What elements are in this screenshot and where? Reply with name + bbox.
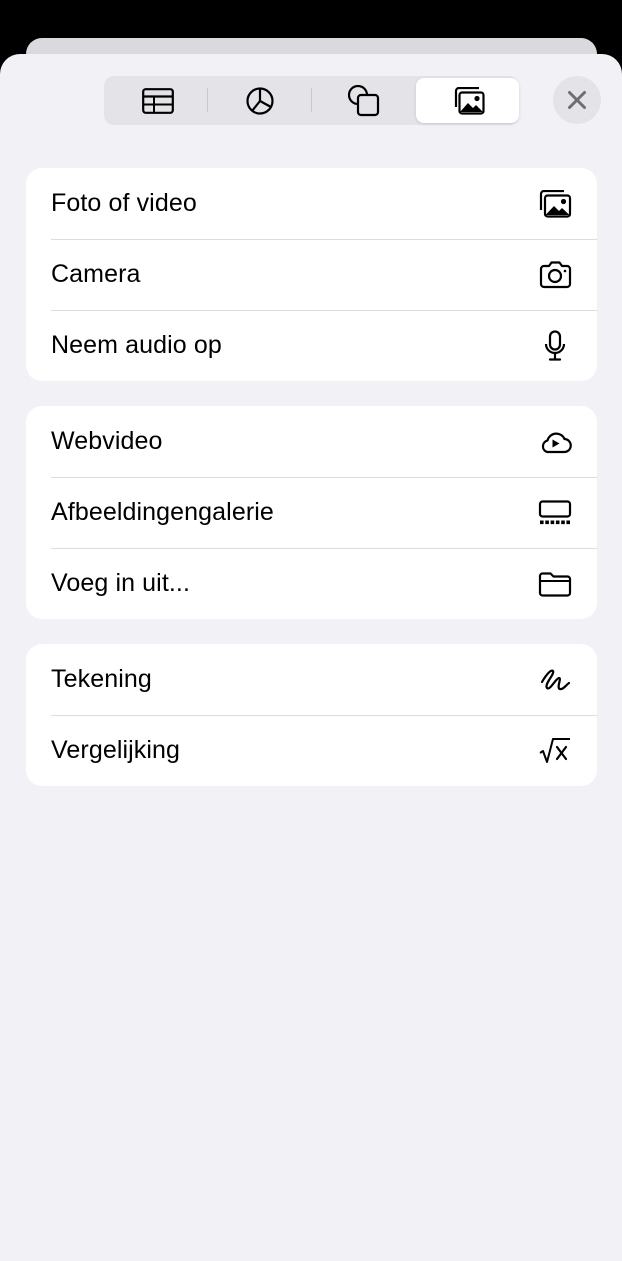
square-root-icon — [537, 733, 573, 769]
camera-item[interactable]: Camera — [26, 239, 597, 310]
menu-item-label: Neem audio op — [51, 331, 222, 359]
equation-item[interactable]: Vergelijking — [26, 715, 597, 786]
table-icon — [141, 87, 174, 114]
gallery-icon — [537, 495, 573, 531]
insert-category-tabs — [104, 76, 519, 125]
photo-stack-icon — [537, 186, 573, 222]
folder-icon — [537, 566, 573, 602]
insert-from-item[interactable]: Voeg in uit... — [26, 548, 597, 619]
menu-item-label: Tekening — [51, 665, 152, 693]
menu-item-label: Foto of video — [51, 189, 197, 217]
pie-chart-icon — [245, 86, 274, 115]
camera-icon — [537, 257, 573, 293]
menu-item-label: Afbeeldingengalerie — [51, 498, 274, 526]
menu-item-label: Vergelijking — [51, 736, 181, 764]
insert-sheet: Foto of video Camera Neem audio op Webvi… — [0, 54, 622, 1261]
close-button[interactable] — [553, 76, 601, 124]
menu-item-label: Camera — [51, 260, 141, 288]
menu-item-label: Voeg in uit... — [51, 569, 190, 597]
close-icon — [568, 91, 586, 109]
photo-stack-icon — [454, 86, 485, 115]
media-options-group: Foto of video Camera Neem audio op — [26, 168, 597, 381]
tab-media[interactable] — [416, 78, 519, 123]
drawing-group: Tekening Vergelijking — [26, 644, 597, 786]
drawing-item[interactable]: Tekening — [26, 644, 597, 715]
web-video-item[interactable]: Webvideo — [26, 406, 597, 477]
cloud-play-icon — [537, 424, 573, 460]
photo-or-video-item[interactable]: Foto of video — [26, 168, 597, 239]
menu-item-label: Webvideo — [51, 427, 163, 455]
tab-shapes[interactable] — [312, 78, 415, 123]
tab-chart[interactable] — [208, 78, 311, 123]
scribble-icon — [537, 662, 573, 698]
tab-table[interactable] — [106, 78, 209, 123]
microphone-icon — [537, 328, 573, 364]
record-audio-item[interactable]: Neem audio op — [26, 310, 597, 381]
shapes-icon — [347, 84, 379, 116]
image-gallery-item[interactable]: Afbeeldingengalerie — [26, 477, 597, 548]
insert-source-group: Webvideo Afbeeldingengalerie Voeg in uit… — [26, 406, 597, 619]
